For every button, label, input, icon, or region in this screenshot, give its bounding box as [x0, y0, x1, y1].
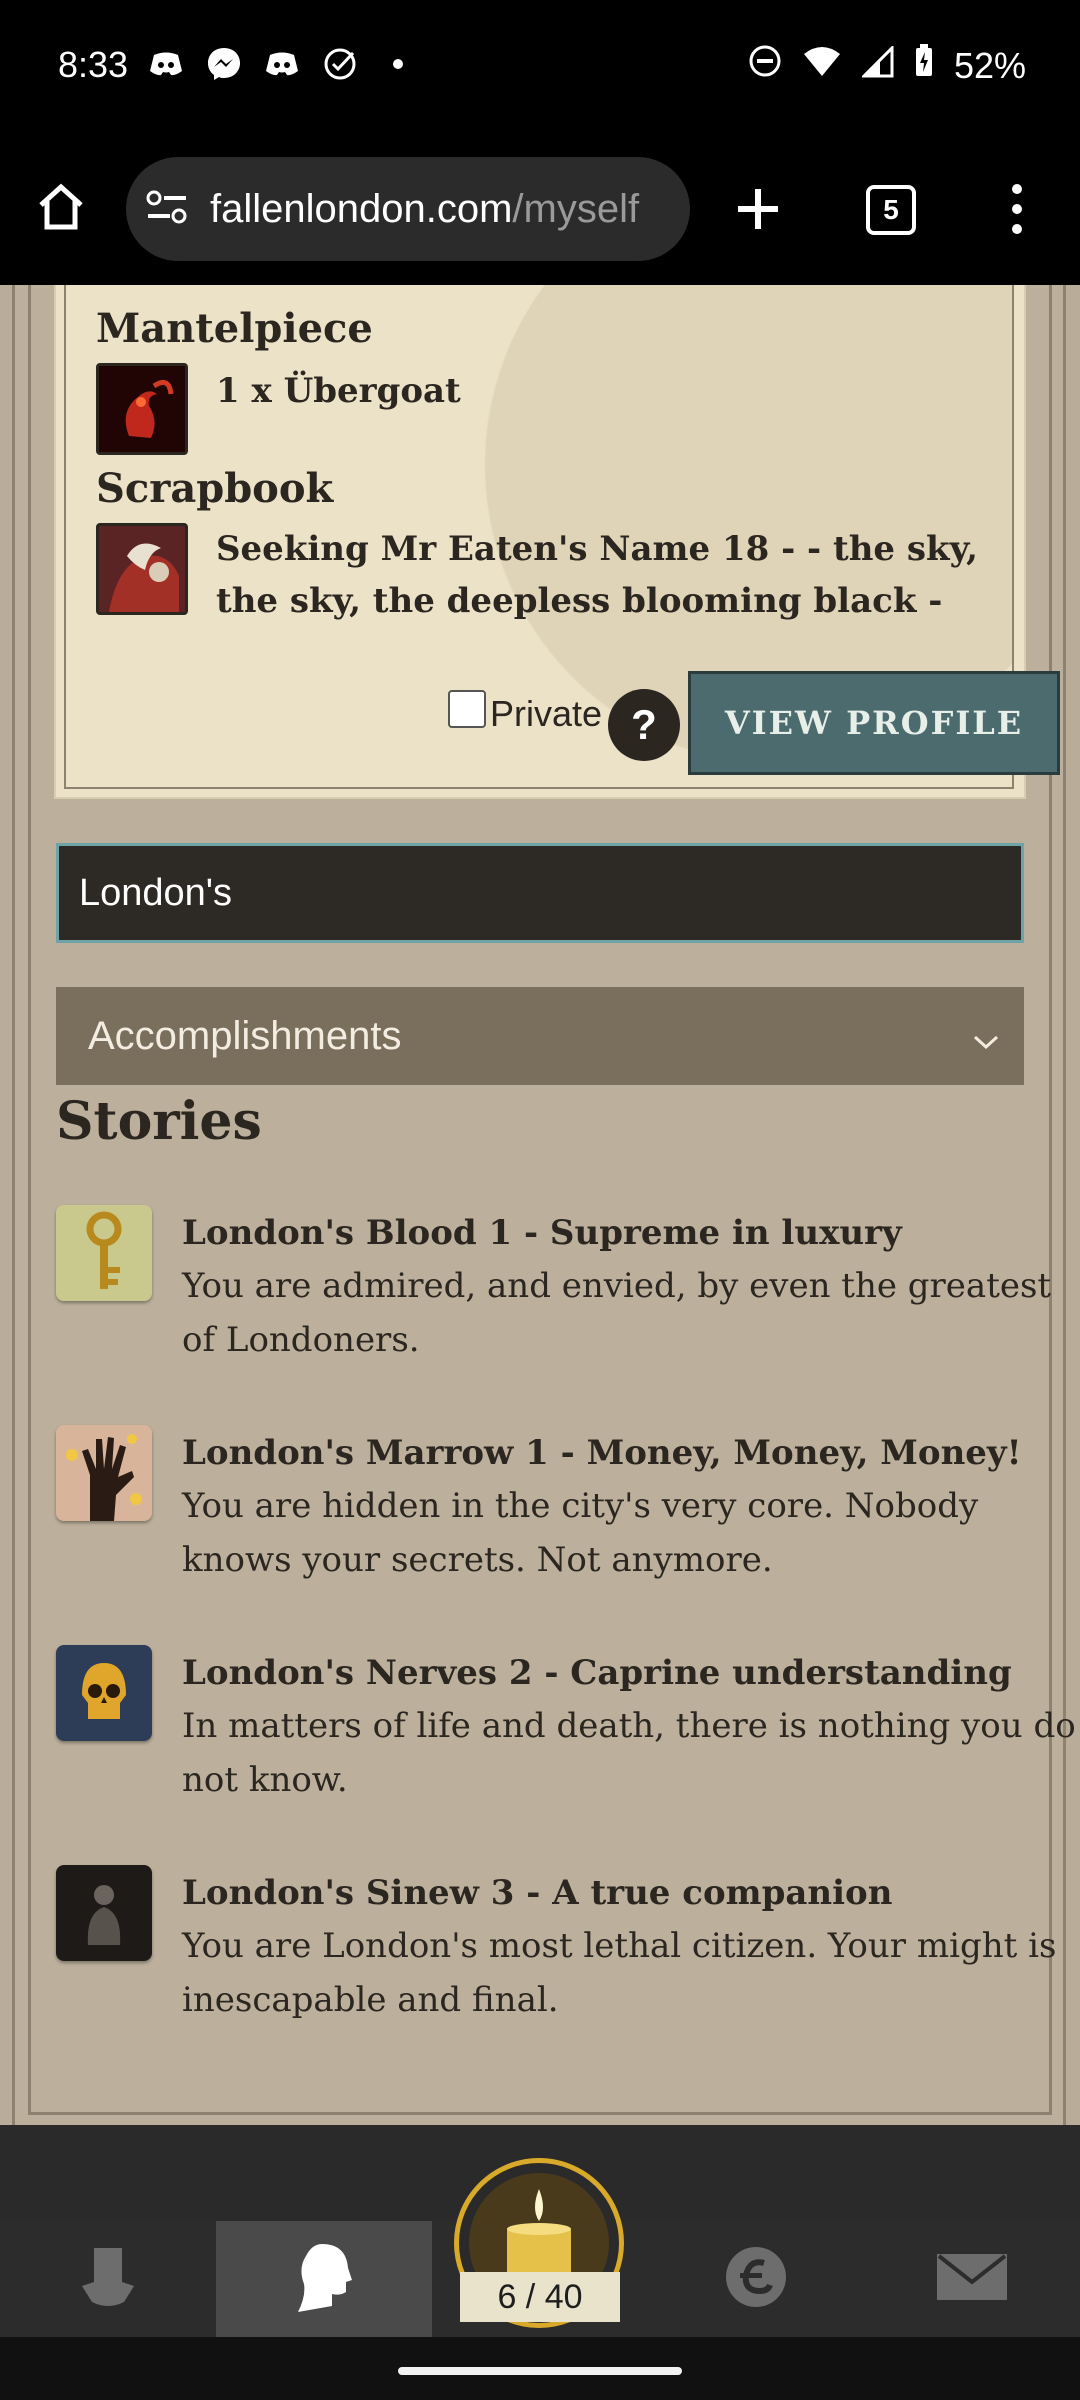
profile-card: Mantelpiece 1 x Übergoat Scrapbook Seeki… [56, 285, 1060, 797]
chevron-down-icon [972, 1017, 1000, 1062]
story-title: London's Nerves 2 - Caprine understandin… [182, 1653, 1012, 1693]
top-hat-icon [76, 2242, 140, 2316]
scrapbook-image [96, 523, 188, 615]
home-icon[interactable] [36, 183, 86, 235]
notification-icons [148, 46, 416, 82]
dot-icon [380, 46, 416, 82]
mantelpiece-item: 1 x Übergoat [216, 371, 461, 411]
profile-head-icon [292, 2240, 356, 2318]
nav-story-tab[interactable] [0, 2221, 216, 2337]
browser-toolbar: fallenlondon.com/myself 5 [0, 135, 1080, 285]
actions-counter: 6 / 40 [460, 2272, 620, 2322]
fate-icon [724, 2245, 788, 2313]
battery-icon [914, 44, 934, 87]
accordion-label: Accomplishments [88, 1013, 402, 1058]
story-description: In matters of life and death, there is n… [182, 1706, 1076, 1800]
page-content: Mantelpiece 1 x Übergoat Scrapbook Seeki… [0, 285, 1080, 2221]
url-domain: fallenlondon.com [210, 186, 513, 231]
stories-heading: Stories [56, 1091, 262, 1152]
gesture-bar [0, 2337, 1080, 2400]
help-button[interactable]: ? [608, 689, 680, 761]
story-title: London's Sinew 3 - A true companion [182, 1873, 893, 1913]
private-label: Private [490, 693, 603, 734]
story-description: You are admired, and envied, by even the… [182, 1266, 1052, 1360]
nav-messages-tab[interactable] [864, 2221, 1080, 2337]
story-title: London's Blood 1 - Supreme in luxury [182, 1213, 902, 1253]
tab-count: 5 [883, 194, 899, 225]
battery-percent: 52% [953, 44, 1026, 86]
skull-icon [56, 1645, 152, 1741]
story-title: London's Marrow 1 - Money, Money, Money! [182, 1433, 1022, 1473]
system-icons: 52% [748, 43, 1026, 87]
story-description: You are London's most lethal citizen. Yo… [182, 1926, 1057, 2020]
home-indicator[interactable] [398, 2367, 682, 2375]
messenger-icon [206, 46, 242, 82]
check-circle-icon [322, 46, 358, 82]
story-description: You are hidden in the city's very core. … [182, 1486, 979, 1580]
wifi-icon [802, 45, 842, 87]
mantelpiece-title: Mantelpiece [96, 305, 373, 352]
status-bar: 8:33 52% [0, 0, 1080, 135]
coin-hand-icon [56, 1425, 152, 1521]
status-time: 8:33 [58, 44, 129, 85]
discord-icon [148, 46, 184, 82]
quality-search-input[interactable]: London's [56, 843, 1024, 943]
url-bar[interactable]: fallenlondon.com/myself [126, 157, 690, 261]
envelope-icon [937, 2254, 1007, 2304]
tab-switcher-button[interactable]: 5 [866, 185, 916, 235]
url-text: fallenlondon.com/myself [210, 187, 639, 232]
dnd-icon [748, 44, 782, 87]
nav-myself-tab[interactable] [216, 2221, 432, 2337]
site-settings-icon[interactable] [146, 189, 188, 229]
key-icon [56, 1205, 152, 1301]
ubergoat-image [96, 363, 188, 455]
scrapbook-title: Scrapbook [96, 465, 334, 512]
private-toggle[interactable]: Private [448, 690, 603, 735]
companion-icon [56, 1865, 152, 1961]
discord-icon [264, 46, 300, 82]
nav-fate-tab[interactable] [648, 2221, 864, 2337]
url-path: /myself [512, 186, 640, 231]
signal-icon [860, 43, 894, 87]
scrapbook-item: Seeking Mr Eaten's Name 18 - - the sky, … [216, 529, 978, 621]
private-checkbox[interactable] [448, 690, 486, 728]
more-menu-icon[interactable] [1010, 183, 1024, 239]
accomplishments-dropdown[interactable]: Accomplishments [56, 987, 1024, 1085]
new-tab-icon[interactable] [734, 185, 782, 237]
view-profile-button[interactable]: VIEW PROFILE [688, 671, 1060, 775]
